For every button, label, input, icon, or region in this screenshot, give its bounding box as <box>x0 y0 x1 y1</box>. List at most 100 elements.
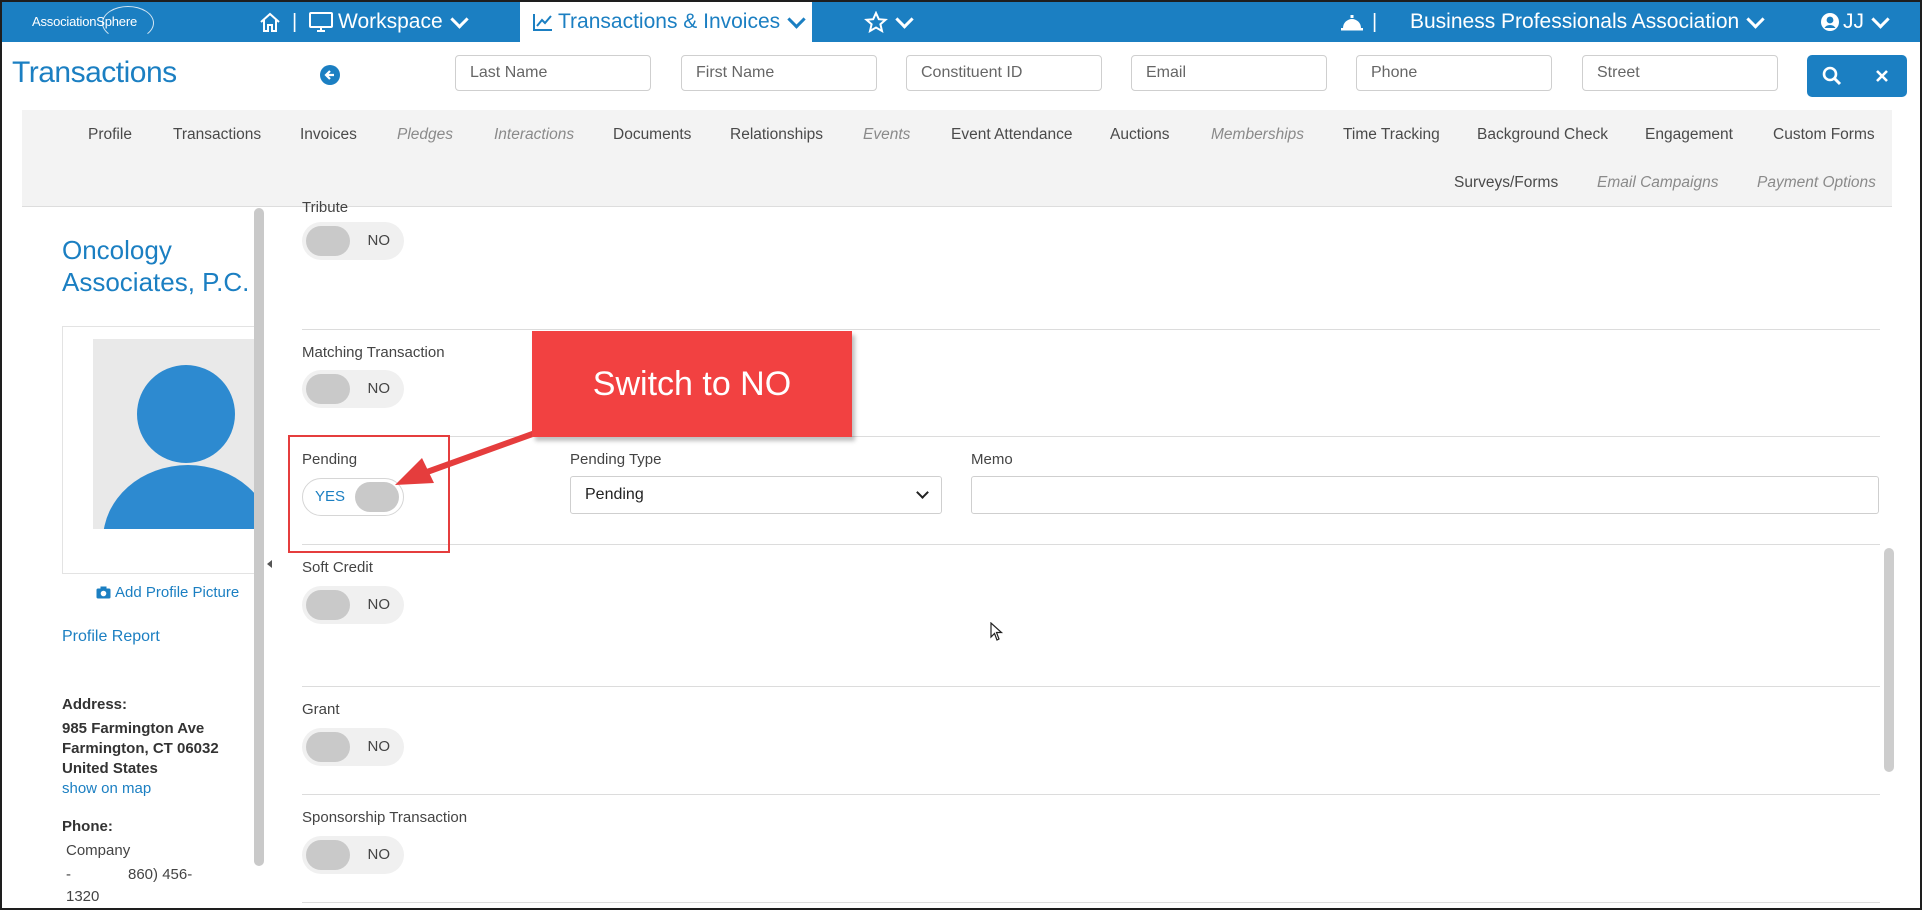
user-initials: JJ <box>1843 10 1864 33</box>
phone-label: Phone: <box>62 818 113 835</box>
pending-type-select[interactable]: Pending <box>570 476 942 514</box>
toggle-knob <box>306 590 350 620</box>
matching-transaction-toggle[interactable]: NO <box>302 370 404 408</box>
profile-tabs: Profile Transactions Invoices Pledges In… <box>22 110 1892 207</box>
matching-transaction-label: Matching Transaction <box>302 344 445 361</box>
workspace-label: Workspace <box>338 10 443 33</box>
organization-name: Oncology Associates, P.C. <box>62 235 250 297</box>
chart-line-icon <box>533 14 552 31</box>
collapse-sidebar-arrow-icon[interactable] <box>267 560 272 568</box>
toggle-state: NO <box>367 232 391 249</box>
logo-text: AssociationSphere <box>32 14 137 29</box>
nav-separator: | <box>1372 10 1378 33</box>
address-line-1: 985 Farmington Ave <box>62 720 205 737</box>
chevron-down-icon <box>449 9 469 29</box>
toggle-knob <box>306 840 350 870</box>
close-icon <box>1876 70 1888 82</box>
chevron-down-icon <box>916 486 929 499</box>
tribute-toggle[interactable]: NO <box>302 222 404 260</box>
avatar <box>93 339 263 529</box>
chevron-down-icon <box>1871 9 1890 29</box>
first-name-input[interactable] <box>681 55 877 91</box>
phone-type: Company <box>66 842 131 859</box>
tab-payment-options[interactable]: Payment Options <box>1757 174 1876 192</box>
tab-pledges[interactable]: Pledges <box>397 126 453 144</box>
memo-input[interactable] <box>971 476 1879 514</box>
tab-surveys-forms[interactable]: Surveys/Forms <box>1454 174 1558 192</box>
tab-engagement[interactable]: Engagement <box>1645 126 1733 144</box>
favorites-menu[interactable] <box>864 2 917 42</box>
organization-menu[interactable]: Business Professionals Association <box>1410 2 1768 42</box>
tab-email-campaigns[interactable]: Email Campaigns <box>1597 174 1718 192</box>
grant-toggle[interactable]: NO <box>302 728 404 766</box>
phone-number-part2[interactable]: 1320 <box>66 888 99 905</box>
tab-profile[interactable]: Profile <box>88 126 132 144</box>
tab-auctions[interactable]: Auctions <box>1110 126 1169 144</box>
bell-concierge-icon <box>1341 15 1363 31</box>
form-scrollbar[interactable] <box>1884 548 1894 772</box>
user-menu[interactable]: JJ <box>1820 2 1893 42</box>
tab-memberships[interactable]: Memberships <box>1211 126 1304 144</box>
toggle-knob <box>306 374 350 404</box>
nav-separator: | <box>292 10 298 33</box>
tab-events[interactable]: Events <box>863 126 910 144</box>
tab-custom-forms[interactable]: Custom Forms <box>1773 126 1875 144</box>
chevron-down-icon <box>1746 9 1765 29</box>
back-button[interactable] <box>320 65 340 85</box>
search-actions <box>1807 55 1907 97</box>
transactions-invoices-label: Transactions & Invoices <box>558 10 781 33</box>
constituent-id-input[interactable] <box>906 55 1102 91</box>
tab-documents[interactable]: Documents <box>613 126 691 144</box>
divider <box>302 794 1880 795</box>
tab-relationships[interactable]: Relationships <box>730 126 823 144</box>
search-button[interactable] <box>1807 55 1857 97</box>
phone-dash: - <box>66 866 71 883</box>
toggle-state: NO <box>367 596 391 613</box>
pending-highlight-box <box>288 435 450 553</box>
tab-interactions[interactable]: Interactions <box>494 126 574 144</box>
tab-transactions[interactable]: Transactions <box>173 126 261 144</box>
toggle-knob <box>306 732 350 762</box>
memo-label: Memo <box>971 451 1013 468</box>
notifications-button[interactable] <box>1340 2 1364 42</box>
soft-credit-label: Soft Credit <box>302 559 373 576</box>
chevron-down-icon <box>787 9 806 29</box>
address-line-3: United States <box>62 760 158 777</box>
tab-time-tracking[interactable]: Time Tracking <box>1343 126 1440 144</box>
phone-number-part1[interactable]: 860) 456- <box>128 866 192 883</box>
tribute-label: Tribute <box>302 199 349 216</box>
arrow-left-icon <box>324 70 334 80</box>
divider <box>302 686 1880 687</box>
app-window: AssociationSphere | Workspace Transactio… <box>0 0 1922 910</box>
tab-background-check[interactable]: Background Check <box>1477 126 1608 144</box>
toggle-knob <box>306 226 350 256</box>
tab-event-attendance[interactable]: Event Attendance <box>951 126 1073 144</box>
divider <box>302 902 1880 903</box>
tab-invoices[interactable]: Invoices <box>300 126 357 144</box>
add-profile-picture-link[interactable]: Add Profile Picture <box>96 584 239 601</box>
star-icon <box>864 11 888 33</box>
toggle-state: NO <box>367 738 391 755</box>
soft-credit-toggle[interactable]: NO <box>302 586 404 624</box>
tab-transactions-invoices[interactable]: Transactions & Invoices <box>520 2 812 42</box>
show-on-map-link[interactable]: show on map <box>62 780 151 797</box>
sidebar-scrollbar[interactable] <box>254 208 264 866</box>
phone-input[interactable] <box>1356 55 1552 91</box>
profile-report-link[interactable]: Profile Report <box>62 628 160 646</box>
toggle-state: NO <box>367 380 391 397</box>
home-button[interactable] <box>258 2 282 42</box>
address-label: Address: <box>62 696 128 713</box>
sponsorship-transaction-toggle[interactable]: NO <box>302 836 404 874</box>
callout-text: Switch to NO <box>592 364 792 403</box>
workspace-menu[interactable]: Workspace <box>308 2 472 42</box>
organization-label: Business Professionals Association <box>1410 10 1740 33</box>
email-input[interactable] <box>1131 55 1327 91</box>
street-input[interactable] <box>1582 55 1778 91</box>
clear-search-button[interactable] <box>1857 55 1907 97</box>
pending-type-value: Pending <box>585 486 644 503</box>
avatar-frame <box>62 326 263 574</box>
app-logo[interactable]: AssociationSphere <box>32 6 156 40</box>
search-icon <box>1822 66 1842 86</box>
last-name-input[interactable] <box>455 55 651 91</box>
pending-type-label: Pending Type <box>570 451 662 468</box>
